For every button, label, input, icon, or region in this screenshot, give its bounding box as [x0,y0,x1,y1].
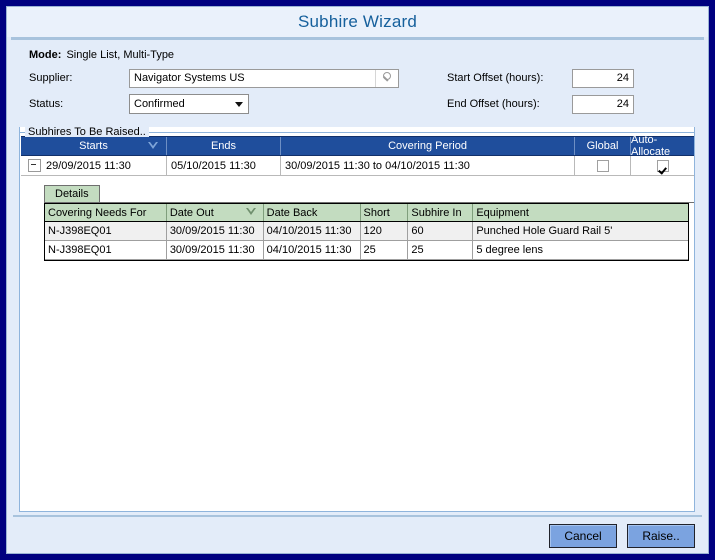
column-header-equipment[interactable]: Equipment [473,204,688,221]
details-grid: Covering Needs For Date Out Date Back Sh… [44,203,689,261]
subhires-group-panel: Starts Ends Covering Period Global Auto-… [19,127,695,512]
sort-descending-icon [148,142,158,149]
status-select-value: Confirmed [130,98,230,110]
details-grid-header: Covering Needs For Date Out Date Back Sh… [45,203,688,222]
start-offset-input[interactable]: 24 [572,69,634,88]
cell-starts: 29/09/2015 11:30 [21,156,167,175]
subhires-grid-header: Starts Ends Covering Period Global Auto-… [21,136,694,156]
status-label: Status: [29,98,129,110]
column-header-short[interactable]: Short [361,204,409,221]
status-select-arrow[interactable] [230,95,248,113]
magnifier-icon [381,72,394,85]
cell-subhire-in: 25 [408,241,473,259]
form-area: Supplier: Navigator Systems US Status: C… [7,65,708,121]
cell-covering-needs-for: N-J398EQ01 [45,241,167,259]
cell-equipment: 5 degree lens [473,241,688,259]
footer-bar: Cancel Raise.. [7,519,708,553]
start-offset-row: Start Offset (hours): 24 [447,65,634,91]
column-header-date-out[interactable]: Date Out [167,204,264,221]
cell-short: 120 [361,222,409,240]
cell-subhire-in: 60 [408,222,473,240]
status-select[interactable]: Confirmed [129,94,249,114]
cell-auto-allocate [631,156,694,175]
supplier-label: Supplier: [29,72,129,84]
end-offset-label: End Offset (hours): [447,98,572,110]
group-border-tick [19,127,20,133]
column-header-covering-needs-for[interactable]: Covering Needs For [45,204,167,221]
table-row[interactable]: N-J398EQ01 30/09/2015 11:30 04/10/2015 1… [45,241,688,260]
supplier-input-value: Navigator Systems US [130,72,375,84]
chevron-down-icon [235,102,243,107]
cancel-button[interactable]: Cancel [549,524,617,548]
mode-value: Single List, Multi-Type [66,49,174,61]
cell-equipment: Punched Hole Guard Rail 5' [473,222,688,240]
cell-covering-needs-for: N-J398EQ01 [45,222,167,240]
mode-row: Mode: Single List, Multi-Type [7,40,708,65]
cell-date-back: 04/10/2015 11:30 [264,222,361,240]
tab-details[interactable]: Details [44,185,100,202]
cell-global [575,156,631,175]
window-inner-panel: Subhire Wizard Mode: Single List, Multi-… [6,6,709,554]
column-header-ends[interactable]: Ends [167,137,281,155]
end-offset-row: End Offset (hours): 24 [447,91,634,117]
column-header-subhire-in[interactable]: Subhire In [408,204,473,221]
cell-covering-period: 30/09/2015 11:30 to 04/10/2015 11:30 [281,156,575,175]
subhires-grid: Starts Ends Covering Period Global Auto-… [21,136,694,176]
column-header-covering-period[interactable]: Covering Period [281,137,575,155]
cell-date-back: 04/10/2015 11:30 [264,241,361,259]
subhire-wizard-window: Subhire Wizard Mode: Single List, Multi-… [0,0,715,560]
cell-date-out: 30/09/2015 11:30 [167,241,264,259]
sort-descending-icon [246,208,256,215]
column-header-starts[interactable]: Starts [21,137,167,155]
cell-short: 25 [361,241,409,259]
raise-button[interactable]: Raise.. [627,524,695,548]
table-row[interactable]: N-J398EQ01 30/09/2015 11:30 04/10/2015 1… [45,222,688,241]
page-title: Subhire Wizard [298,12,417,32]
start-offset-label: Start Offset (hours): [447,72,572,84]
column-header-global[interactable]: Global [575,137,631,155]
end-offset-input[interactable]: 24 [572,95,634,114]
global-checkbox[interactable] [597,160,609,172]
details-section: Details Covering Needs For Date Out Date… [44,184,694,261]
column-header-auto-allocate[interactable]: Auto-Allocate [631,137,694,155]
column-header-date-back[interactable]: Date Back [264,204,361,221]
collapse-icon[interactable] [28,159,41,172]
footer-separator [13,515,702,517]
cell-date-out: 30/09/2015 11:30 [167,222,264,240]
supplier-input[interactable]: Navigator Systems US [129,69,399,88]
supplier-lookup-button[interactable] [375,70,398,87]
details-tabstrip: Details [44,184,694,203]
table-row[interactable]: 29/09/2015 11:30 05/10/2015 11:30 30/09/… [21,156,694,176]
cell-ends: 05/10/2015 11:30 [167,156,281,175]
title-bar: Subhire Wizard [7,7,708,37]
auto-allocate-checkbox[interactable] [657,160,669,172]
mode-label: Mode: [29,49,61,61]
offsets-group: Start Offset (hours): 24 End Offset (hou… [447,65,634,117]
